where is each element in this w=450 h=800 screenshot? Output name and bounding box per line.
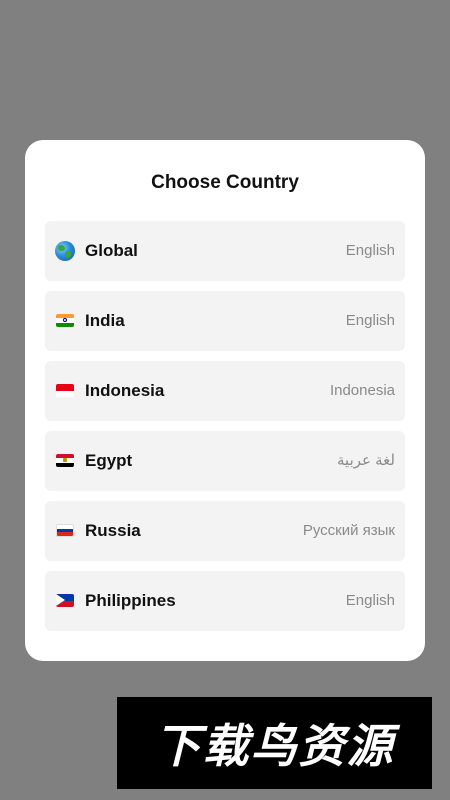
country-language: English [345, 312, 395, 329]
country-name: India [85, 311, 125, 330]
globe-icon [55, 241, 75, 261]
country-language: Indonesia [329, 382, 395, 399]
country-name: Global [85, 241, 138, 260]
egypt-flag-icon [56, 454, 74, 467]
philippines-flag-icon [56, 594, 74, 607]
country-list: Global English India English Indonesia I… [45, 221, 405, 641]
country-name: Egypt [85, 451, 133, 470]
russia-flag-icon [56, 524, 74, 537]
country-row-indonesia[interactable]: Indonesia Indonesia [45, 361, 405, 421]
country-name: Russia [85, 521, 141, 540]
watermark-text: 下载鸟资源 [154, 719, 395, 773]
country-row-philippines[interactable]: Philippines English [45, 571, 405, 631]
india-flag-icon [56, 314, 74, 327]
country-row-global[interactable]: Global English [45, 221, 405, 281]
choose-country-dialog: Choose Country Global English India Engl… [25, 140, 425, 661]
country-row-russia[interactable]: Russia Русский язык [45, 501, 405, 561]
country-name: Philippines [85, 591, 176, 610]
watermark: 下载鸟资源 [117, 697, 432, 789]
country-language: English [345, 592, 395, 609]
country-row-india[interactable]: India English [45, 291, 405, 351]
country-language: Русский язык [302, 522, 395, 539]
country-language: English [345, 242, 395, 259]
dialog-title: Choose Country [151, 172, 299, 193]
indonesia-flag-icon [56, 384, 74, 397]
country-row-egypt[interactable]: Egypt لغة عربية [45, 431, 405, 491]
country-name: Indonesia [85, 381, 165, 400]
country-language: لغة عربية [337, 452, 395, 469]
